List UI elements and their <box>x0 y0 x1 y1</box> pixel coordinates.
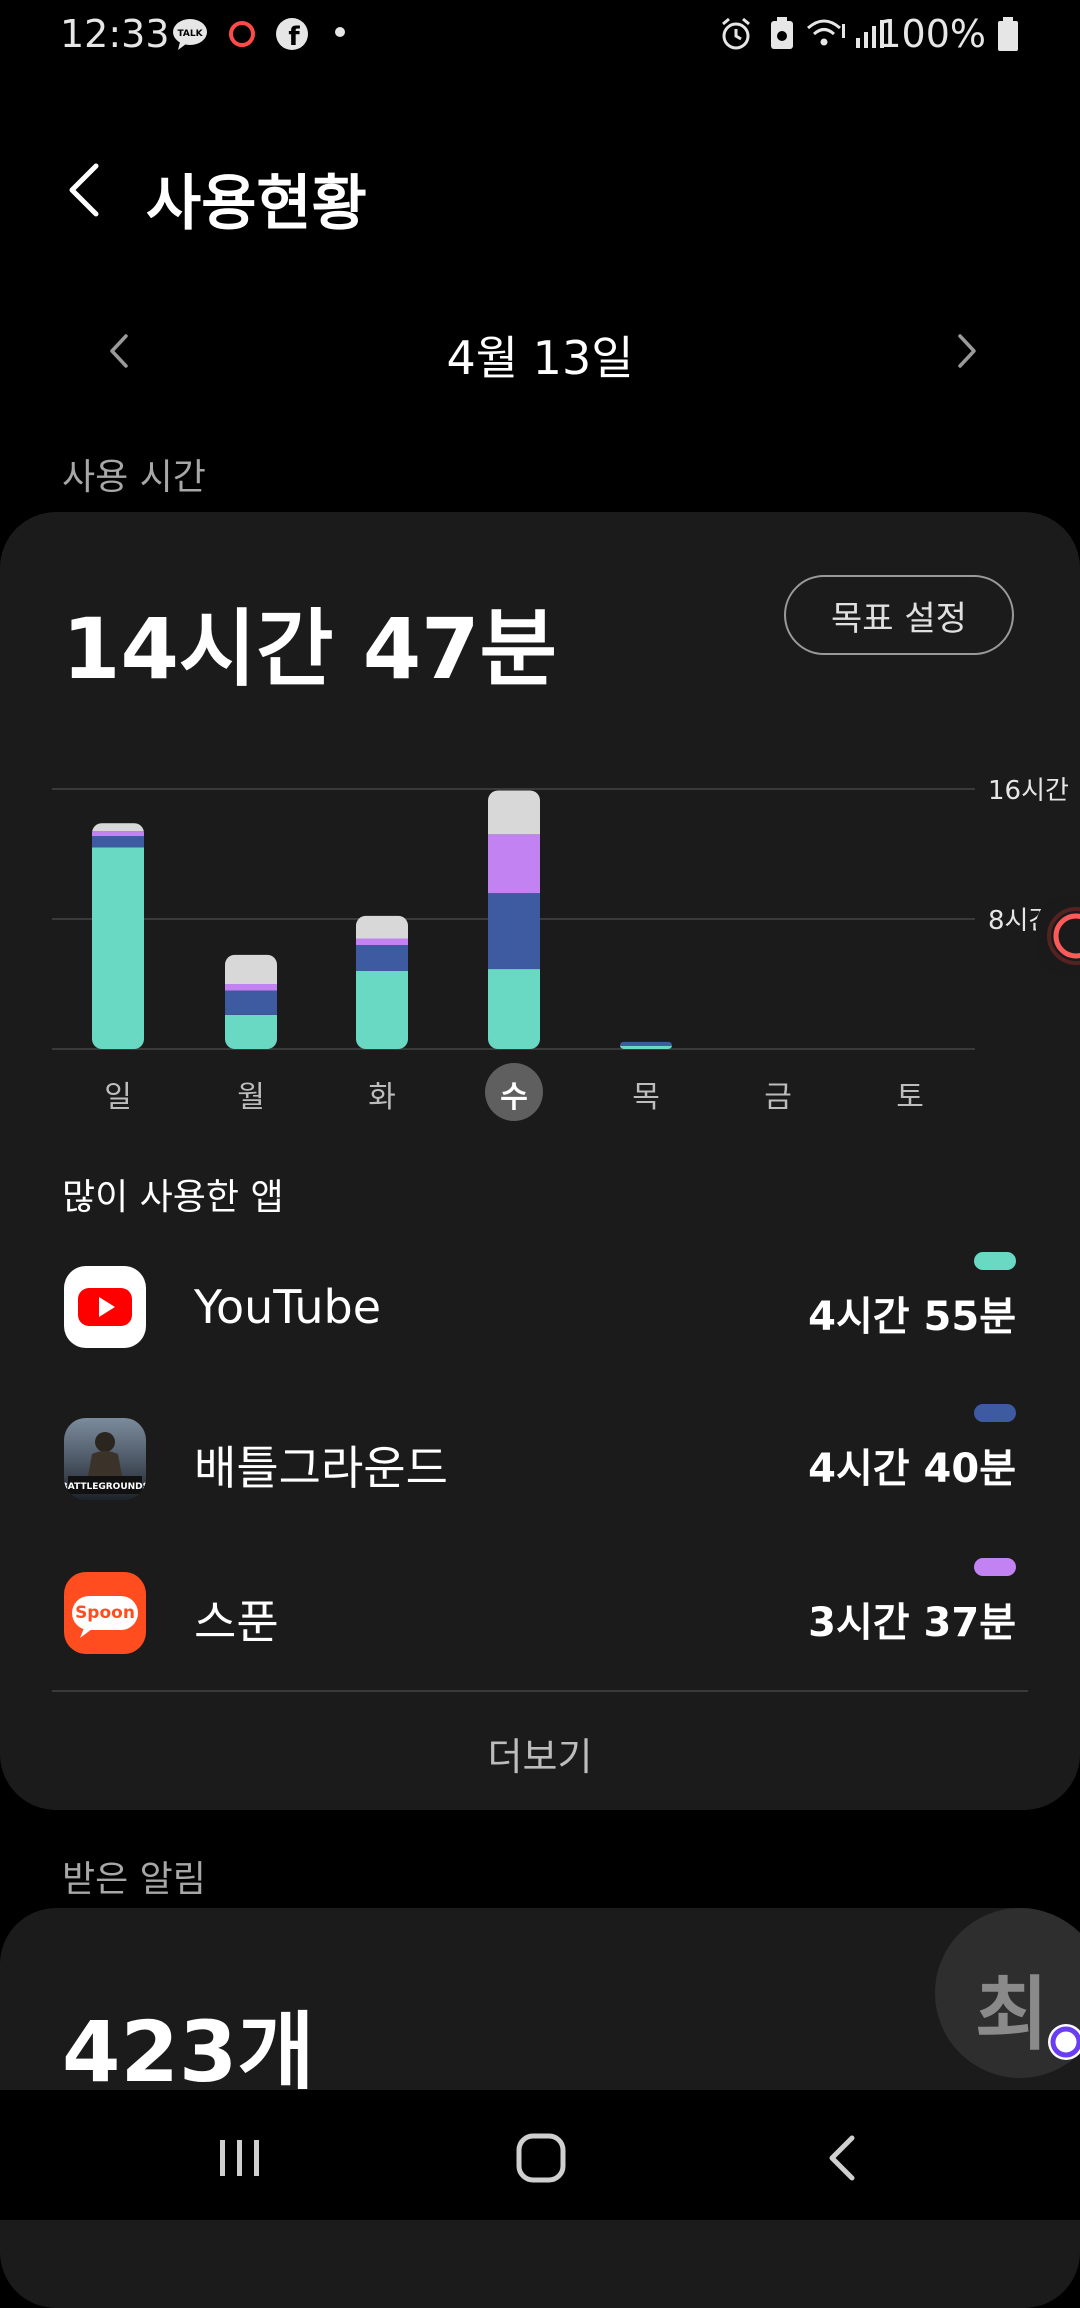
chart-bar-segment <box>488 790 540 835</box>
youtube-icon <box>64 1266 146 1348</box>
spoon-icon: Spoon <box>64 1572 146 1654</box>
chevron-right-icon <box>958 334 976 368</box>
app-name: YouTube <box>194 1280 382 1334</box>
home-button[interactable] <box>511 2130 571 2186</box>
chart-bar-segment <box>356 938 408 945</box>
recents-button[interactable] <box>210 2130 270 2186</box>
day-label-화[interactable]: 화 <box>352 1072 412 1116</box>
day-label-일[interactable]: 일 <box>88 1072 148 1116</box>
floating-bubble-label: 최 <box>975 1968 1049 2061</box>
home-icon <box>516 2133 566 2183</box>
total-usage-time: 14시간 47분 <box>62 600 557 698</box>
divider <box>52 1690 1028 1692</box>
recents-icon <box>220 2140 259 2176</box>
chart-bar-segment <box>92 823 144 832</box>
chart-bar-segment <box>92 847 144 1049</box>
chart-bar-segment <box>225 954 277 984</box>
day-label-목[interactable]: 목 <box>616 1072 676 1116</box>
chart-bar-월[interactable] <box>225 954 277 1049</box>
section-title-top-apps: 많이 사용한 앱 <box>62 1177 284 1218</box>
kakaotalk-icon: TALK <box>172 16 208 52</box>
chart-bar-segment <box>225 1014 277 1049</box>
chart-bar-segment <box>225 984 277 991</box>
edge-panel-handle[interactable] <box>1036 896 1080 976</box>
pubg-icon: BATTLEGROUNDS <box>64 1418 146 1500</box>
app-row-battlegrounds[interactable]: BATTLEGROUNDS 배틀그라운드 4시간 40분 <box>0 1396 1080 1526</box>
app-name: 스푼 <box>194 1595 279 1649</box>
chart-bar-segment <box>356 915 408 939</box>
chart-bar-segment <box>356 971 408 1049</box>
chart-bar-segment <box>620 1041 672 1046</box>
chart-bar-segment <box>488 893 540 970</box>
back-button[interactable] <box>58 150 118 230</box>
svg-text:Spoon: Spoon <box>75 1603 135 1623</box>
day-label-금[interactable]: 금 <box>748 1072 808 1116</box>
next-date-button[interactable] <box>940 326 990 376</box>
chart-bar-segment <box>488 969 540 1049</box>
day-label-수[interactable]: 수 <box>484 1072 544 1116</box>
status-time: 12:33 <box>60 12 170 56</box>
svg-text:BATTLEGROUNDS: BATTLEGROUNDS <box>64 1482 146 1492</box>
chart-bar-segment <box>92 831 144 837</box>
battery-percent: 100% <box>877 12 986 56</box>
chat-bubble-icon <box>1046 2022 1080 2062</box>
svg-text:f: f <box>288 22 300 52</box>
app-row-spoon[interactable]: Spoon 스푼 3시간 37분 <box>0 1550 1080 1680</box>
app-usage-time: 4시간 55분 <box>808 1294 1016 1340</box>
battery-icon <box>996 16 1032 52</box>
chart-bar-segment <box>92 836 144 848</box>
page-title: 사용현황 <box>146 169 367 239</box>
chevron-left-icon <box>110 334 128 368</box>
app-usage-time: 4시간 40분 <box>808 1446 1016 1492</box>
notification-count: 423개 <box>62 2003 315 2101</box>
section-title-notifications: 받은 알림 <box>62 1859 206 1900</box>
wifi-icon <box>806 16 845 52</box>
app-color-swatch <box>974 1404 1016 1422</box>
app-name: 배틀그라운드 <box>194 1441 448 1495</box>
day-label-월[interactable]: 월 <box>221 1072 281 1116</box>
svg-text:TALK: TALK <box>177 29 203 39</box>
battery-saver-icon <box>764 16 800 52</box>
chart-bar-segment <box>356 945 408 971</box>
chart-bar-segment <box>620 1045 672 1049</box>
day-label-토[interactable]: 토 <box>880 1072 940 1116</box>
more-button[interactable]: 더보기 <box>340 1726 740 1781</box>
previous-date-button[interactable] <box>96 326 146 376</box>
chart-tick-label: 16시간 <box>988 776 1069 806</box>
app-color-swatch <box>974 1252 1016 1270</box>
chart-bar-목[interactable] <box>620 1041 672 1049</box>
alarm-icon <box>718 16 754 52</box>
section-title-usage-time: 사용 시간 <box>62 457 206 498</box>
chart-bar-화[interactable] <box>356 915 408 1049</box>
app-usage-time: 3시간 37분 <box>808 1600 1016 1646</box>
app-color-swatch <box>974 1558 1016 1576</box>
app-row-youtube[interactable]: YouTube 4시간 55분 <box>0 1242 1080 1372</box>
nav-back-button[interactable] <box>814 2130 874 2186</box>
set-goal-button[interactable]: 목표 설정 <box>784 575 1014 655</box>
record-icon <box>1047 907 1080 965</box>
chart-bar-segment <box>488 834 540 894</box>
date-label: 4월 13일 <box>446 331 634 385</box>
chart-bar-일[interactable] <box>92 823 144 1049</box>
chevron-left-icon <box>69 163 99 217</box>
chart-bar-수[interactable] <box>488 790 540 1049</box>
back-icon <box>829 2135 855 2181</box>
chart-bar-segment <box>225 990 277 1015</box>
dot-icon <box>332 16 368 52</box>
record-icon <box>224 16 260 52</box>
facebook-icon: f <box>274 16 310 52</box>
